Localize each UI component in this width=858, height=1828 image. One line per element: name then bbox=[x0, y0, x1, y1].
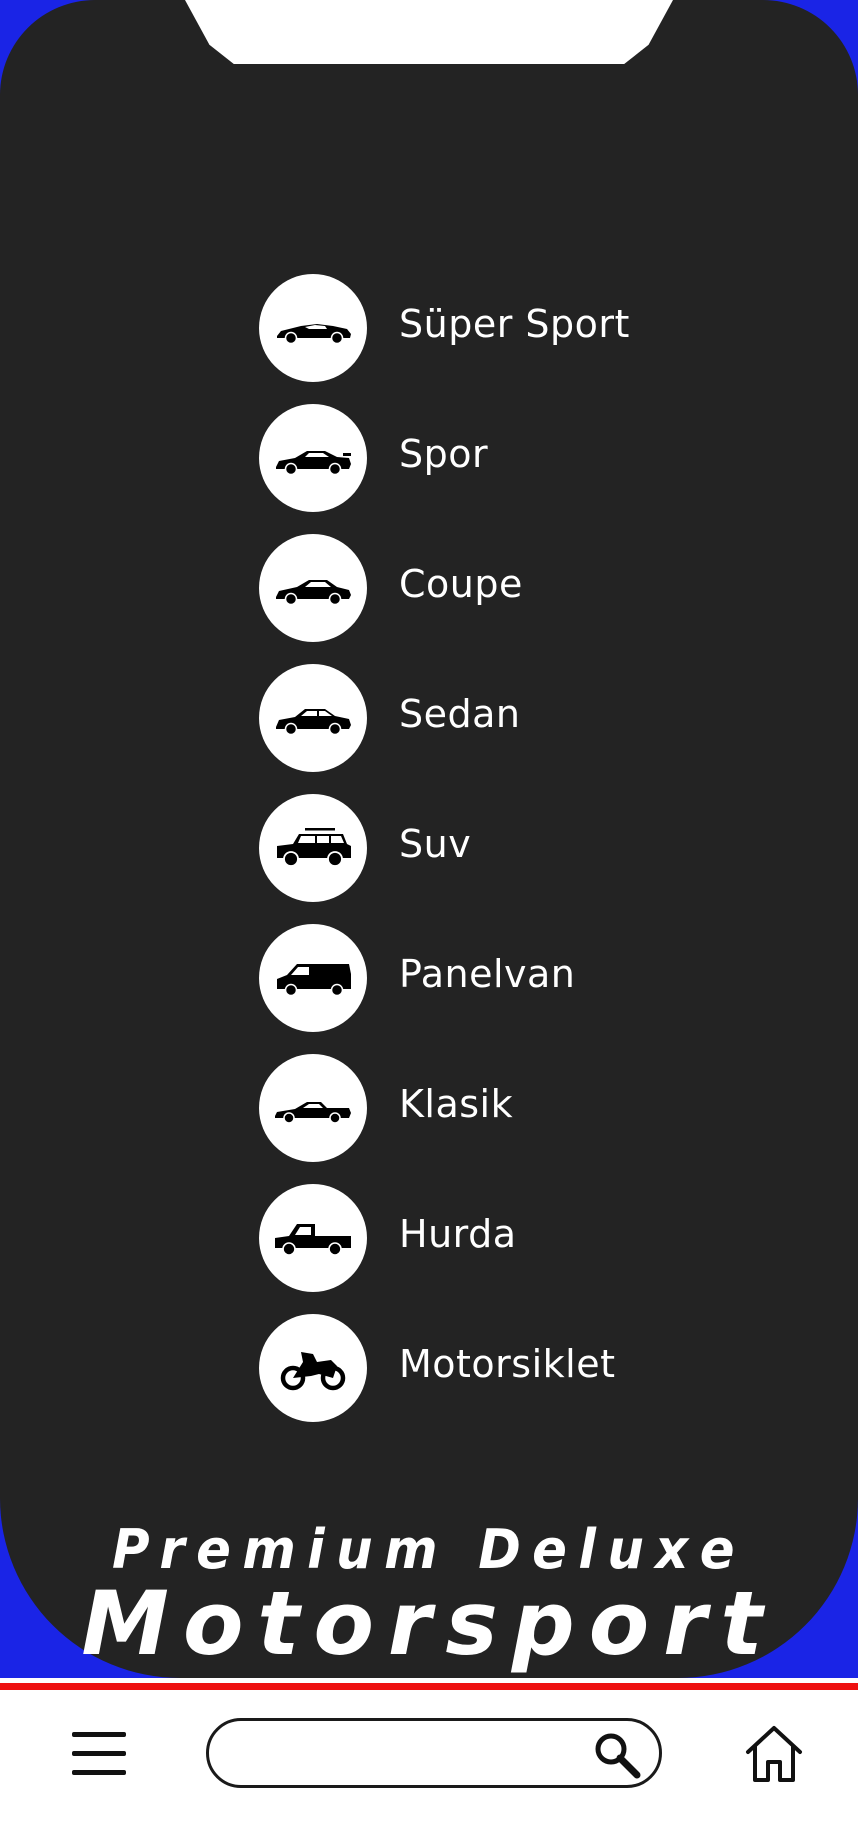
category-panelvan[interactable]: Panelvan bbox=[259, 924, 759, 1032]
device-notch bbox=[185, 0, 673, 64]
pickup-truck-icon bbox=[259, 1184, 367, 1292]
category-label: Spor bbox=[399, 432, 489, 476]
brand-title-line1: Premium Deluxe bbox=[112, 1518, 746, 1581]
category-label: Coupe bbox=[399, 562, 523, 606]
category-label: Hurda bbox=[399, 1212, 517, 1256]
category-label: Süper Sport bbox=[399, 302, 630, 346]
category-klasik[interactable]: Klasik bbox=[259, 1054, 759, 1162]
van-icon bbox=[259, 924, 367, 1032]
category-suv[interactable]: Suv bbox=[259, 794, 759, 902]
category-list: Süper Sport Spor Coupe Sedan Suv Panelva… bbox=[259, 274, 759, 1444]
sportscar-icon bbox=[259, 404, 367, 512]
category-super-sport[interactable]: Süper Sport bbox=[259, 274, 759, 382]
main-panel: Süper Sport Spor Coupe Sedan Suv Panelva… bbox=[0, 0, 858, 1678]
classic-car-icon bbox=[259, 1054, 367, 1162]
supercar-icon bbox=[259, 274, 367, 382]
home-icon[interactable] bbox=[744, 1722, 804, 1786]
category-coupe[interactable]: Coupe bbox=[259, 534, 759, 642]
brand-title-line2: Motorsport bbox=[81, 1572, 777, 1675]
brand-logo: Premium Deluxe Motorsport bbox=[0, 1518, 858, 1675]
motorcycle-icon bbox=[259, 1314, 367, 1422]
coupe-icon bbox=[259, 534, 367, 642]
category-label: Panelvan bbox=[399, 952, 576, 996]
search-icon[interactable] bbox=[589, 1727, 645, 1783]
category-label: Motorsiklet bbox=[399, 1342, 616, 1386]
app-screen: Süper Sport Spor Coupe Sedan Suv Panelva… bbox=[0, 0, 858, 1828]
suv-icon bbox=[259, 794, 367, 902]
category-motorsiklet[interactable]: Motorsiklet bbox=[259, 1314, 759, 1422]
search-bar[interactable] bbox=[206, 1718, 662, 1788]
category-spor[interactable]: Spor bbox=[259, 404, 759, 512]
hamburger-menu-icon[interactable] bbox=[72, 1732, 126, 1776]
category-hurda[interactable]: Hurda bbox=[259, 1184, 759, 1292]
search-input[interactable] bbox=[235, 1731, 569, 1777]
category-label: Klasik bbox=[399, 1082, 514, 1126]
category-label: Sedan bbox=[399, 692, 521, 736]
category-sedan[interactable]: Sedan bbox=[259, 664, 759, 772]
sedan-icon bbox=[259, 664, 367, 772]
bottom-navigation bbox=[0, 1700, 858, 1828]
category-label: Suv bbox=[399, 822, 472, 866]
